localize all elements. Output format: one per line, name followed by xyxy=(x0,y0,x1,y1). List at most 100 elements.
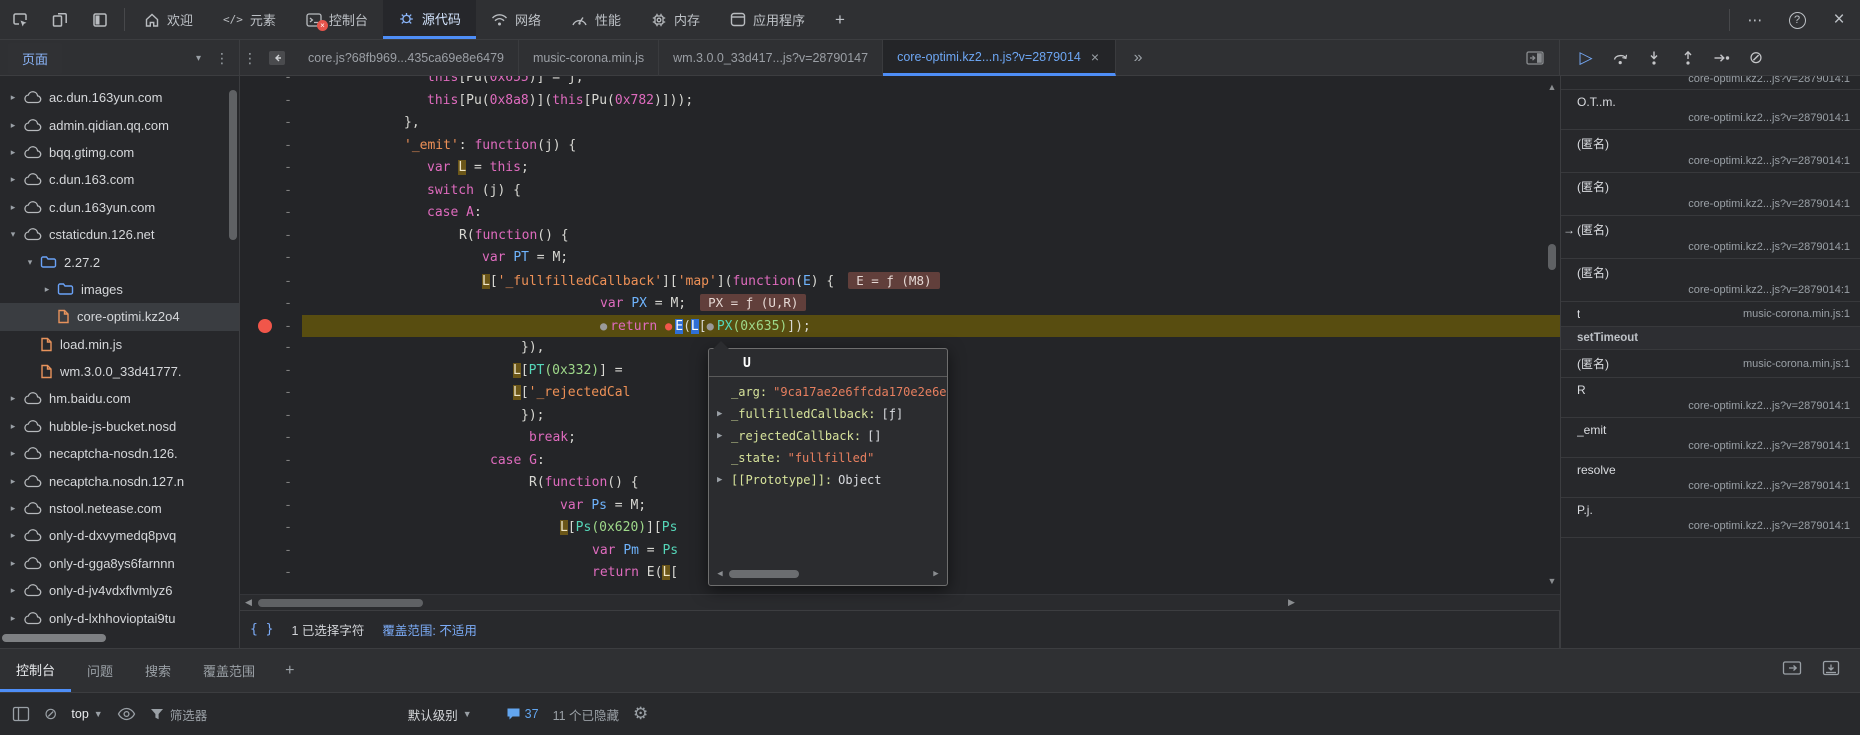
console-sidebar-icon[interactable] xyxy=(12,706,30,722)
fold-gutter[interactable]: - xyxy=(274,495,302,518)
help-icon[interactable]: ? xyxy=(1776,10,1818,29)
tree-arrow-icon[interactable]: ▸ xyxy=(6,448,20,459)
step-into-icon[interactable] xyxy=(1640,45,1668,71)
code-line[interactable]: -this[Pu(0x655)] = j, xyxy=(240,76,1560,90)
file-tab[interactable]: wm.3.0.0_33d417...js?v=28790147 xyxy=(659,40,883,76)
call-stack-frame[interactable]: core-optimi.kz2...js?v=2879014:1 xyxy=(1561,76,1860,90)
scrollbar-thumb[interactable] xyxy=(729,570,799,578)
fold-gutter[interactable]: - xyxy=(274,157,302,180)
breakpoint-icon[interactable] xyxy=(258,319,272,333)
panel-tab-console[interactable]: ×控制台 xyxy=(291,0,383,39)
tree-item-domain[interactable]: ▾cstaticdun.126.net xyxy=(0,221,239,248)
tree-arrow-icon[interactable]: ▸ xyxy=(6,613,20,624)
message-count[interactable]: 37 xyxy=(506,707,539,721)
panel-tab-performance[interactable]: 性能 xyxy=(556,0,636,39)
scroll-left-icon[interactable]: ◀ xyxy=(713,569,727,579)
fold-gutter[interactable]: - xyxy=(274,247,302,270)
tree-arrow-icon[interactable]: ▸ xyxy=(6,503,20,514)
sidebar-tab-pages[interactable]: 页面 xyxy=(8,43,62,74)
code-line[interactable]: -this[Pu(0x8a8)](this[Pu(0x782)])); xyxy=(240,90,1560,113)
tree-arrow-icon[interactable]: ▸ xyxy=(40,284,54,295)
panel-tab-elements[interactable]: </>元素 xyxy=(208,0,291,39)
fold-gutter[interactable]: - xyxy=(274,202,302,225)
popup-property-row[interactable]: ▶_fullfilledCallback:[ƒ] xyxy=(709,403,947,425)
tree-item-file[interactable]: wm.3.0.0_33d41777. xyxy=(0,358,239,385)
code-line[interactable]: -var PT = M; xyxy=(240,247,1560,270)
panel-tab-sources[interactable]: 源代码 xyxy=(383,0,476,39)
tree-item-domain[interactable]: ▸only-d-jv4vdxflvmlyz6 xyxy=(0,577,239,604)
tree-arrow-icon[interactable]: ▸ xyxy=(6,147,20,158)
tree-item-domain[interactable]: ▸necaptcha.nosdn.127.n xyxy=(0,467,239,494)
tree-arrow-icon[interactable]: ▸ xyxy=(6,120,20,131)
pretty-print-icon[interactable]: { } xyxy=(250,622,273,637)
popup-property-row[interactable]: ▶[[Prototype]]:Object xyxy=(709,469,947,491)
resume-script-icon[interactable]: ▷ xyxy=(1572,45,1600,71)
tree-arrow-icon[interactable]: ▸ xyxy=(6,476,20,487)
fold-gutter[interactable]: - xyxy=(274,337,302,360)
sidebar-horizontal-scrollbar[interactable] xyxy=(2,634,106,642)
dock-panel-icon[interactable] xyxy=(80,0,120,39)
step-over-icon[interactable] xyxy=(1606,45,1634,71)
call-stack-frame[interactable]: (匿名)core-optimi.kz2...js?v=2879014:1 xyxy=(1561,259,1860,302)
call-stack-frame[interactable]: P.j.core-optimi.kz2...js?v=2879014:1 xyxy=(1561,498,1860,538)
fold-gutter[interactable]: - xyxy=(274,316,302,339)
drawer-tab[interactable]: 覆盖范围 xyxy=(187,649,271,692)
fold-gutter[interactable]: - xyxy=(274,382,302,405)
async-boundary-row[interactable]: setTimeout xyxy=(1561,327,1860,350)
call-stack-frame[interactable]: (匿名)music-corona.min.js:1 xyxy=(1561,350,1860,378)
drawer-tab[interactable]: 搜索 xyxy=(129,649,187,692)
expand-triangle-icon[interactable]: ▶ xyxy=(717,475,731,485)
fold-gutter[interactable]: - xyxy=(274,517,302,540)
tree-arrow-icon[interactable]: ▸ xyxy=(6,530,20,541)
tree-item-file[interactable]: load.min.js xyxy=(0,331,239,358)
fold-gutter[interactable]: - xyxy=(274,90,302,113)
tree-arrow-icon[interactable]: ▸ xyxy=(6,174,20,185)
coverage-link[interactable]: 覆盖范围: 不适用 xyxy=(382,620,476,639)
code-line[interactable]: -}, xyxy=(240,112,1560,135)
scroll-right-icon[interactable]: ▶ xyxy=(929,569,943,579)
tree-item-domain[interactable]: ▸only-d-dxvymedq8pvq xyxy=(0,522,239,549)
device-toolbar-icon[interactable] xyxy=(40,0,80,39)
panel-tab-home[interactable]: 欢迎 xyxy=(129,0,208,39)
code-line[interactable]: -var PX = M;PX = ƒ (U,R) xyxy=(240,292,1560,315)
expand-triangle-icon[interactable]: ▶ xyxy=(717,431,731,441)
tree-item-domain[interactable]: ▸hubble-js-bucket.nosd xyxy=(0,413,239,440)
panel-tab-memory[interactable]: 内存 xyxy=(636,0,715,39)
eye-icon[interactable] xyxy=(117,707,136,721)
tree-item-domain[interactable]: ▸c.dun.163.com xyxy=(0,166,239,193)
code-line[interactable]: -L['_fullfilledCallback']['map'](functio… xyxy=(240,270,1560,293)
step-out-icon[interactable] xyxy=(1674,45,1702,71)
clear-console-icon[interactable]: ⊘ xyxy=(44,704,57,724)
fold-gutter[interactable]: - xyxy=(274,405,302,428)
scroll-right-icon[interactable]: ▶ xyxy=(1288,597,1295,608)
fold-gutter[interactable]: - xyxy=(274,76,302,90)
fold-gutter[interactable]: - xyxy=(274,293,302,316)
tree-item-domain[interactable]: ▸admin.qidian.qq.com xyxy=(0,111,239,138)
fold-gutter[interactable]: - xyxy=(274,180,302,203)
context-selector[interactable]: top▼ xyxy=(71,707,102,721)
code-line[interactable]: -case A: xyxy=(240,202,1560,225)
kebab-menu-icon[interactable]: ⋮ xyxy=(240,40,260,76)
call-stack-frame[interactable]: (匿名)core-optimi.kz2...js?v=2879014:1 xyxy=(1561,130,1860,173)
code-line[interactable]: -R(function() { xyxy=(240,225,1560,248)
code-line[interactable]: -'_emit': function(j) { xyxy=(240,135,1560,158)
call-stack-frame[interactable]: resolvecore-optimi.kz2...js?v=2879014:1 xyxy=(1561,458,1860,498)
scroll-down-icon[interactable]: ▼ xyxy=(1546,576,1558,586)
code-line[interactable]: -var L = this; xyxy=(240,157,1560,180)
tree-arrow-icon[interactable]: ▸ xyxy=(6,421,20,432)
tree-item-folder[interactable]: ▸images xyxy=(0,276,239,303)
add-drawer-tab[interactable]: + xyxy=(271,649,308,692)
tree-item-folder[interactable]: ▾2.27.2 xyxy=(0,248,239,275)
fold-gutter[interactable]: - xyxy=(274,472,302,495)
tree-item-file[interactable]: core-optimi.kz2o4 xyxy=(0,303,239,330)
fold-gutter[interactable]: - xyxy=(274,540,302,563)
tree-item-domain[interactable]: ▸only-d-lxhhovioptai9tu xyxy=(0,604,239,631)
tree-item-domain[interactable]: ▸nstool.netease.com xyxy=(0,495,239,522)
log-level-selector[interactable]: 默认级别▼ xyxy=(408,705,472,724)
close-devtools-icon[interactable]: × xyxy=(1818,9,1860,31)
more-options-icon[interactable]: ⋯ xyxy=(1734,11,1776,29)
tab-overflow-icon[interactable]: » xyxy=(1116,40,1160,76)
add-panel-tab[interactable]: + xyxy=(820,0,860,39)
scrollbar-thumb[interactable] xyxy=(1548,244,1556,270)
tree-arrow-icon[interactable]: ▸ xyxy=(6,585,20,596)
